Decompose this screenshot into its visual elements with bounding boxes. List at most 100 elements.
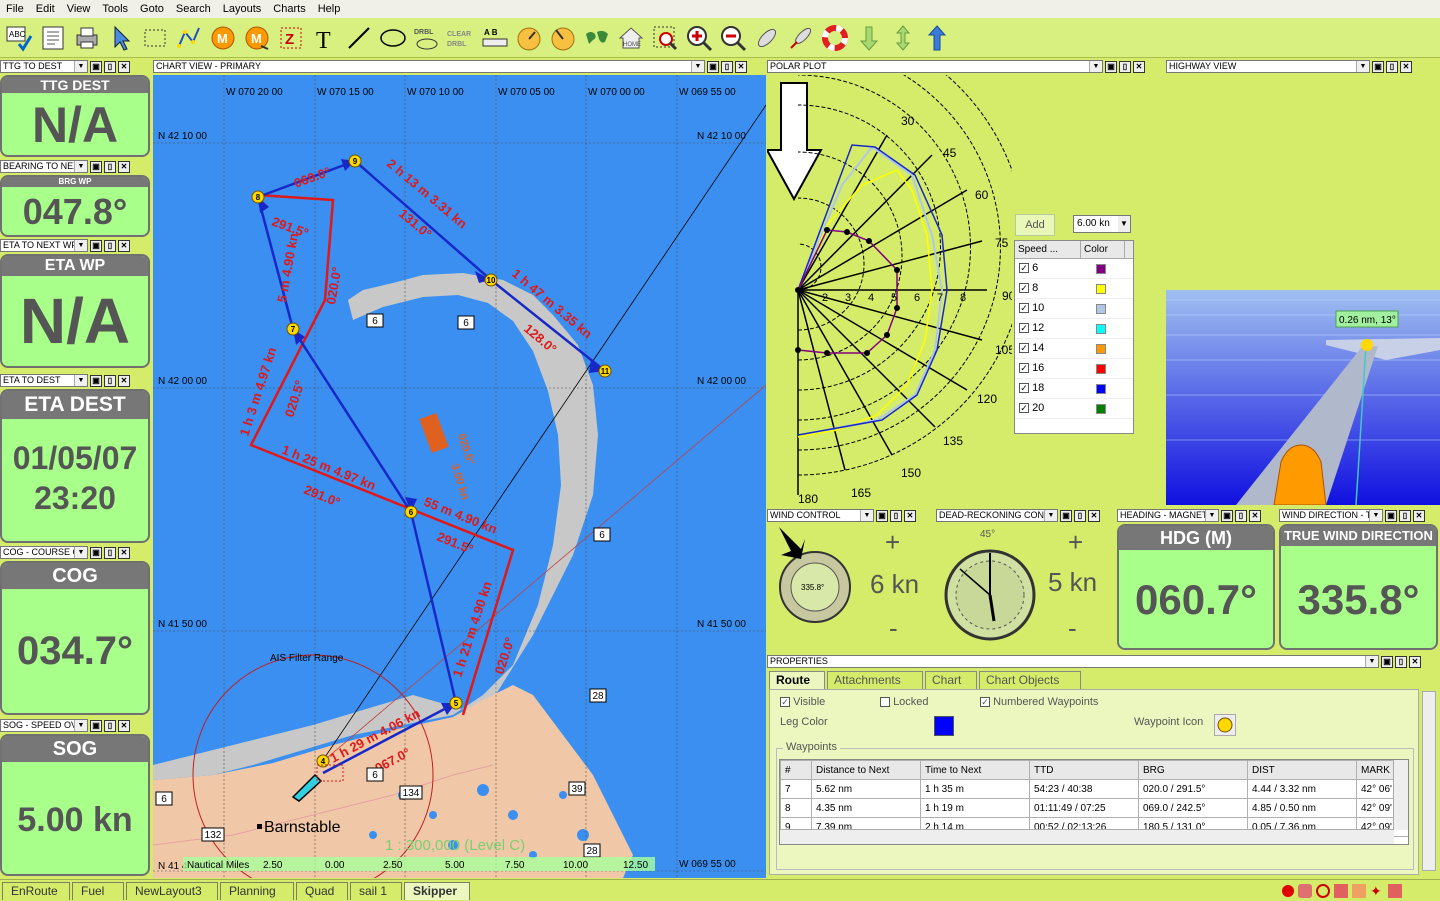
- close-icon[interactable]: ✕: [118, 60, 130, 73]
- close-icon[interactable]: ✕: [118, 546, 130, 559]
- minimize-icon[interactable]: ▣: [1105, 60, 1117, 73]
- dr-decrease-button[interactable]: -: [1068, 613, 1077, 644]
- target-icon[interactable]: [1316, 884, 1330, 898]
- speed-checkbox[interactable]: ✓: [1019, 283, 1029, 294]
- text-icon[interactable]: T: [310, 23, 340, 53]
- ellipse-icon[interactable]: [378, 23, 408, 53]
- props-select[interactable]: PROPERTIES ▼: [767, 655, 1379, 668]
- chart-view-select[interactable]: CHART VIEW - PRIMARY ▼: [153, 60, 705, 73]
- menu-edit[interactable]: Edit: [30, 3, 61, 15]
- minimize-icon[interactable]: ▣: [90, 60, 102, 73]
- rocket-icon[interactable]: [752, 23, 782, 53]
- speed-row[interactable]: ✓ 10: [1015, 299, 1133, 319]
- minimize-icon[interactable]: ▣: [876, 509, 888, 522]
- restore-icon[interactable]: ▯: [1119, 60, 1131, 73]
- close-icon[interactable]: ✕: [118, 719, 130, 732]
- speed-checkbox[interactable]: ✓: [1019, 323, 1029, 334]
- speed-checkbox[interactable]: ✓: [1019, 383, 1029, 394]
- tab-route[interactable]: Route: [769, 671, 825, 689]
- menu-search[interactable]: Search: [170, 3, 217, 15]
- polar-select[interactable]: POLAR PLOT ▼: [767, 60, 1103, 73]
- minimize-icon[interactable]: ▣: [90, 719, 102, 732]
- speed-checkbox[interactable]: ✓: [1019, 403, 1029, 414]
- speed-checkbox[interactable]: ✓: [1019, 363, 1029, 374]
- minimize-icon[interactable]: ▣: [90, 374, 102, 387]
- column-header[interactable]: DIST: [1247, 760, 1357, 780]
- speed-row[interactable]: ✓ 18: [1015, 379, 1133, 399]
- mark-icon[interactable]: M: [208, 23, 238, 53]
- column-header[interactable]: Distance to Next: [811, 760, 921, 780]
- select-rect-icon[interactable]: [140, 23, 170, 53]
- print-icon[interactable]: [72, 23, 102, 53]
- close-icon[interactable]: ✕: [1400, 60, 1412, 73]
- draw-icon[interactable]: DRBL: [412, 23, 442, 53]
- restore-icon[interactable]: ▯: [1074, 509, 1086, 522]
- dr-increase-button[interactable]: +: [1068, 527, 1083, 558]
- restore-icon[interactable]: ▯: [104, 160, 116, 173]
- column-header[interactable]: Time to Next: [920, 760, 1030, 780]
- rocket-alt-icon[interactable]: [786, 23, 816, 53]
- table-row[interactable]: 8 4.35 nm 1 h 19 m 01:11:49 / 07:25 069.0 / …: [780, 798, 1408, 818]
- clear-draw-icon[interactable]: CLEAR DRBL: [446, 23, 476, 53]
- alarm-icon[interactable]: [1298, 884, 1312, 898]
- close-icon[interactable]: ✕: [1413, 509, 1425, 522]
- speed-row[interactable]: ✓ 6: [1015, 259, 1133, 279]
- zoom-in-icon[interactable]: [684, 23, 714, 53]
- zoom-out-icon[interactable]: [718, 23, 748, 53]
- menu-layouts[interactable]: Layouts: [217, 3, 268, 15]
- speed-color-swatch[interactable]: [1096, 303, 1106, 314]
- locked-checkbox[interactable]: Locked: [880, 696, 929, 708]
- minimize-icon[interactable]: ▣: [1060, 509, 1072, 522]
- speed-color-swatch[interactable]: [1096, 363, 1106, 374]
- tab-attachments[interactable]: Attachments: [827, 671, 923, 689]
- close-icon[interactable]: ✕: [1088, 509, 1100, 522]
- pointer-icon[interactable]: [106, 23, 136, 53]
- tab-quad[interactable]: Quad: [296, 882, 348, 900]
- speed-row[interactable]: ✓ 8: [1015, 279, 1133, 299]
- world-icon[interactable]: [582, 23, 612, 53]
- table-row[interactable]: 7 5.62 nm 1 h 35 m 54:23 / 40:38 020.0 / 291…: [780, 779, 1408, 799]
- speed-checkbox[interactable]: ✓: [1019, 263, 1029, 274]
- tab-chart-objects[interactable]: Chart Objects: [979, 671, 1081, 689]
- table-vertical-scrollbar[interactable]: [1393, 760, 1408, 830]
- minimize-icon[interactable]: ▣: [90, 239, 102, 252]
- polar-speed-select[interactable]: 6.00 kn ▼: [1073, 215, 1131, 233]
- restore-icon[interactable]: ▯: [1395, 655, 1407, 668]
- column-header[interactable]: BRG: [1138, 760, 1248, 780]
- gauge-select[interactable]: TTG TO DEST ▼: [0, 60, 88, 73]
- wind-increase-button[interactable]: +: [885, 527, 900, 558]
- wind-select[interactable]: WIND CONTROL ▼: [767, 509, 874, 522]
- column-header[interactable]: #: [780, 760, 812, 780]
- restore-icon[interactable]: ▯: [1386, 60, 1398, 73]
- spellcheck-icon[interactable]: ABC: [4, 23, 34, 53]
- close-icon[interactable]: ✕: [118, 160, 130, 173]
- speed-row[interactable]: ✓ 20: [1015, 399, 1133, 419]
- restore-icon[interactable]: ▯: [104, 546, 116, 559]
- restore-icon[interactable]: ▯: [104, 239, 116, 252]
- dr-select[interactable]: DEAD-RECKONING CONT ▼: [936, 509, 1058, 522]
- arrow-updown-icon[interactable]: [888, 23, 918, 53]
- gauge-select[interactable]: COG - COURSE OV ▼: [0, 546, 88, 559]
- color-column-header[interactable]: Color: [1081, 241, 1125, 258]
- anchor-icon[interactable]: [1388, 884, 1402, 898]
- signal-icon[interactable]: [1334, 884, 1348, 898]
- minimize-icon[interactable]: ▣: [707, 60, 719, 73]
- speed-row[interactable]: ✓ 16: [1015, 359, 1133, 379]
- route-icon[interactable]: [174, 23, 204, 53]
- close-icon[interactable]: ✕: [1409, 655, 1421, 668]
- tab-enroute[interactable]: EnRoute: [2, 882, 70, 900]
- speed-column-header[interactable]: Speed ...: [1015, 241, 1081, 258]
- props-vertical-scrollbar[interactable]: [1422, 691, 1436, 871]
- menu-tools[interactable]: Tools: [96, 3, 134, 15]
- dr-compass[interactable]: 45°: [942, 525, 1038, 645]
- speed-color-swatch[interactable]: [1096, 343, 1106, 354]
- polar-add-button[interactable]: Add: [1015, 214, 1055, 236]
- menu-file[interactable]: File: [0, 3, 30, 15]
- record-icon[interactable]: [1282, 885, 1294, 897]
- arrow-down-icon[interactable]: [854, 23, 884, 53]
- measure-icon[interactable]: A B: [480, 23, 510, 53]
- compass-alt-icon[interactable]: [548, 23, 578, 53]
- tab-skipper[interactable]: Skipper: [404, 882, 470, 900]
- leg-color-swatch[interactable]: [934, 716, 954, 736]
- speed-color-swatch[interactable]: [1096, 383, 1106, 394]
